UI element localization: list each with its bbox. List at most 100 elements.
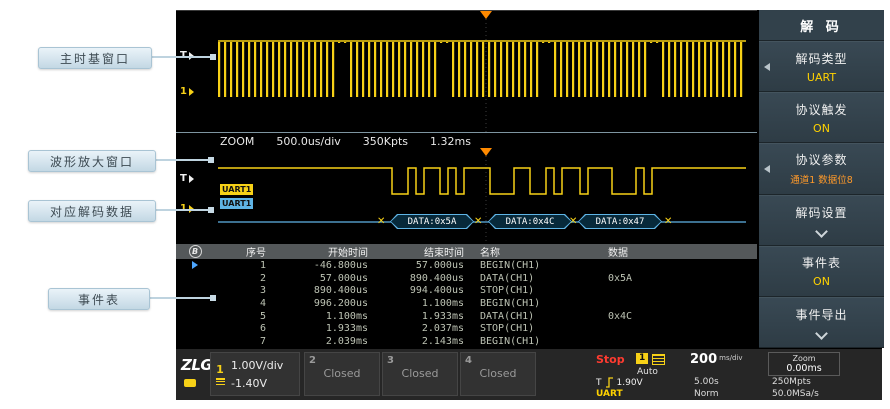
- trigger-position-icon: [480, 11, 492, 19]
- decode-menu: 解 码 解码类型 UART 协议触发 ON 协议参数 通道1 数据位8 解码设置…: [757, 10, 884, 348]
- callout-dot: [210, 295, 216, 301]
- callout-line: [148, 56, 212, 58]
- cell-name: BEGIN(CH1): [474, 336, 602, 347]
- channel-menu-icon: [216, 378, 225, 385]
- cell-start: -46.800us: [276, 260, 378, 271]
- table-row[interactable]: 1 -46.800us 57.000us BEGIN(CH1): [176, 259, 757, 272]
- cell-no: 1: [214, 260, 276, 271]
- trigger-level-value: 1.90V: [617, 378, 643, 388]
- menu-item-value: ON: [813, 122, 830, 135]
- channel1-tab: 1: [211, 353, 229, 395]
- cell-end: 57.000us: [378, 260, 474, 271]
- menu-item-label: 协议触发: [795, 101, 847, 118]
- callout-dot: [210, 54, 216, 60]
- channel-number: 3: [387, 355, 394, 366]
- record-points: 250Mpts: [772, 377, 811, 387]
- cell-end: 2.143ms: [378, 336, 474, 347]
- submenu-left-arrow-icon: [764, 165, 770, 173]
- cell-end: 994.400us: [378, 285, 474, 296]
- channel-number: 4: [465, 355, 472, 366]
- channel1-offset: -1.40V: [231, 377, 267, 390]
- timebase-unit: ms/div: [719, 352, 742, 362]
- trigger-status-cluster[interactable]: Stop 1 Auto T 1.90V UART 200 ms/div 5.00…: [590, 350, 880, 399]
- zoom-waveform: [176, 148, 757, 244]
- main-timebase-readout: 200 ms/div: [690, 352, 743, 367]
- channel1-ground-marker: 1: [180, 87, 194, 97]
- decode-boundary-x-icon: ✕: [664, 216, 672, 227]
- trigger-mode: Auto: [637, 367, 658, 377]
- decode-boundary-x-icon: ✕: [474, 216, 482, 227]
- cell-name: DATA(CH1): [474, 311, 602, 322]
- table-row[interactable]: 5 1.100ms 1.933ms DATA(CH1) 0x4C: [176, 310, 757, 323]
- callout-dot: [208, 157, 214, 163]
- zoom-window: T 1 UART1 UART1 ✕ ✕ ✕ ✕ DATA:0x5A DATA:0…: [176, 148, 757, 244]
- menu-item-decode-type[interactable]: 解码类型 UART: [759, 41, 884, 92]
- sample-rate: 50.0MSa/s: [772, 389, 819, 399]
- zoom-offset-value: 0.00ms: [786, 364, 821, 374]
- decode-bubble-label: DATA:0x47: [579, 215, 661, 228]
- table-row[interactable]: 6 1.933ms 2.037ms STOP(CH1): [176, 323, 757, 336]
- selected-row-arrow-icon: [192, 261, 198, 269]
- cell-start: 890.400us: [276, 285, 378, 296]
- menu-item-event-table[interactable]: 事件表 ON: [759, 246, 884, 297]
- trigger-type: UART: [596, 389, 623, 399]
- zoom-timebase: 500.0us/div: [276, 135, 340, 148]
- menu-item-protocol-trigger[interactable]: 协议触发 ON: [759, 92, 884, 143]
- callout-event-table: 事件表: [48, 288, 150, 310]
- col-header-data: 数据: [602, 244, 757, 259]
- channel-marker-label: 1: [180, 87, 187, 97]
- channel3-box[interactable]: 3 Closed: [382, 352, 458, 396]
- callout-line: [146, 297, 212, 299]
- logo-text: ZLG: [181, 356, 212, 374]
- callout-main-timebase: 主时基窗口: [38, 47, 152, 69]
- uart1-decode-tag: UART1: [220, 198, 253, 209]
- decode-bubble-label: DATA:0x4C: [489, 215, 571, 228]
- table-row[interactable]: 2 57.000us 890.400us DATA(CH1) 0x5A: [176, 272, 757, 285]
- channel1-box[interactable]: 1 1.00V/div -1.40V: [210, 352, 300, 396]
- callout-line: [152, 159, 210, 161]
- decode-bubble-label: DATA:0x5A: [391, 215, 473, 228]
- cell-start: 996.200us: [276, 298, 378, 309]
- chevron-down-icon: [815, 225, 828, 238]
- channel2-box[interactable]: 2 Closed: [304, 352, 380, 396]
- col-header-no: 序号: [214, 244, 276, 259]
- cell-no: 4: [214, 298, 276, 309]
- cell-no: 7: [214, 336, 276, 347]
- trigger-source-badge: 1: [636, 353, 648, 364]
- menu-item-protocol-params[interactable]: 协议参数 通道1 数据位8: [759, 143, 884, 194]
- zoom-label: ZOOM: [220, 135, 254, 148]
- menu-item-value: UART: [807, 71, 836, 84]
- channel4-box[interactable]: 4 Closed: [460, 352, 536, 396]
- menu-item-label: 协议参数: [795, 151, 847, 168]
- trigger-position-icon: [480, 148, 492, 156]
- decode-bubble: DATA:0x5A: [390, 214, 474, 229]
- bus-b-icon: B: [189, 245, 202, 258]
- cell-no: 6: [214, 323, 276, 334]
- main-timebase-window: T 1: [176, 10, 757, 133]
- col-header-name: 名称: [474, 244, 602, 259]
- cell-start: 1.933ms: [276, 323, 378, 334]
- chevron-down-icon: [815, 328, 828, 341]
- channel-status: Closed: [461, 367, 535, 380]
- table-row[interactable]: 4 996.200us 1.100ms BEGIN(CH1): [176, 297, 757, 310]
- callout-dot: [208, 207, 214, 213]
- cell-data: 0x5A: [602, 273, 757, 284]
- cell-no: 3: [214, 285, 276, 296]
- channel-status: Closed: [383, 367, 457, 380]
- callout-zoom-window: 波形放大窗口: [28, 150, 156, 172]
- decode-boundary-x-icon: ✕: [377, 216, 385, 227]
- menu-item-event-export[interactable]: 事件导出: [759, 297, 884, 348]
- uart1-channel-tag: UART1: [220, 184, 253, 195]
- oscilloscope-screen: T 1 ZOOM 500.0us/div 350Kpts 1.32ms T 1 …: [176, 10, 882, 399]
- trigger-t-label: T: [596, 378, 602, 388]
- menu-item-decode-settings[interactable]: 解码设置: [759, 195, 884, 246]
- table-row[interactable]: 7 2.039ms 2.143ms BEGIN(CH1): [176, 335, 757, 348]
- table-row[interactable]: 3 890.400us 994.400us STOP(CH1): [176, 284, 757, 297]
- menu-item-label: 事件导出: [795, 306, 847, 323]
- right-arrow-icon: [189, 88, 194, 96]
- cell-name: STOP(CH1): [474, 323, 602, 334]
- bottom-status-bar: ZLG® 1 1.00V/div -1.40V 2 Closed 3 Close…: [176, 348, 882, 400]
- run-state: Stop: [596, 353, 625, 366]
- menu-title: 解 码: [759, 10, 884, 41]
- decode-bubble: DATA:0x4C: [488, 214, 572, 229]
